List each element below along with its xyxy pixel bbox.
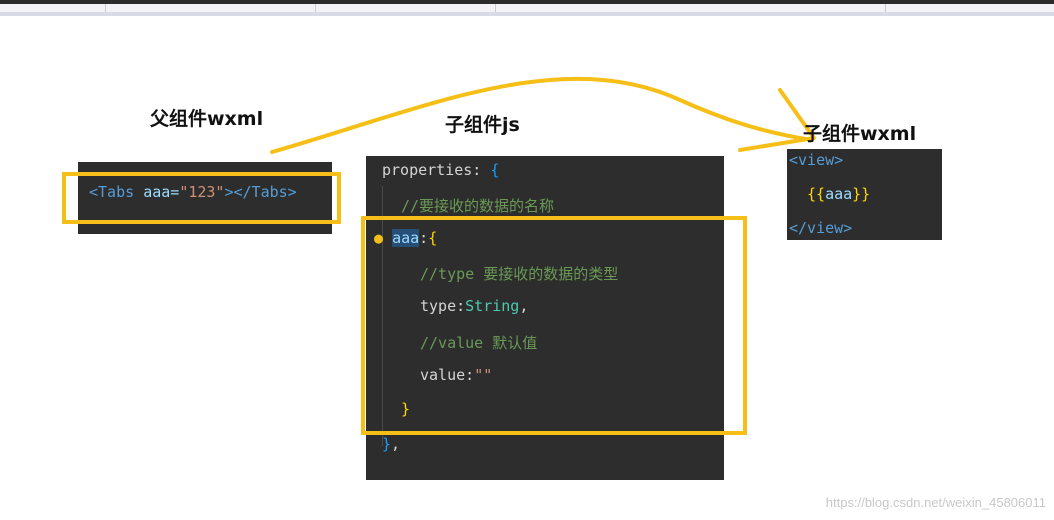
watermark: https://blog.csdn.net/weixin_45806011 [825, 495, 1046, 510]
child-js-highlight-box [361, 216, 747, 435]
child-js-label: 子组件js [445, 114, 520, 136]
mustache-close: }} [852, 185, 871, 203]
properties-brace: { [490, 161, 500, 179]
code-line-2: //要接收的数据的名称 [401, 197, 555, 215]
parent-wxml-label: 父组件wxml [150, 108, 264, 130]
properties-brace-close: } [382, 435, 392, 453]
child-wxml-code-panel: <view> {{aaa}} </view> [787, 149, 942, 240]
code-line-1: properties: { [382, 161, 499, 179]
view-inner-line: {{aaa}} [807, 185, 870, 203]
flow-arrow-curve [270, 76, 814, 154]
mustache-var: aaa [825, 185, 853, 203]
view-open-line: <view> [789, 151, 844, 169]
parent-highlight-box [62, 172, 341, 224]
mustache-open: {{ [807, 185, 826, 203]
properties-comma: , [391, 435, 401, 453]
view-close-line: </view> [789, 219, 853, 237]
code-line-9: }, [382, 435, 400, 453]
child-wxml-label: 子组件wxml [803, 123, 917, 145]
properties-key: properties: [382, 161, 491, 179]
